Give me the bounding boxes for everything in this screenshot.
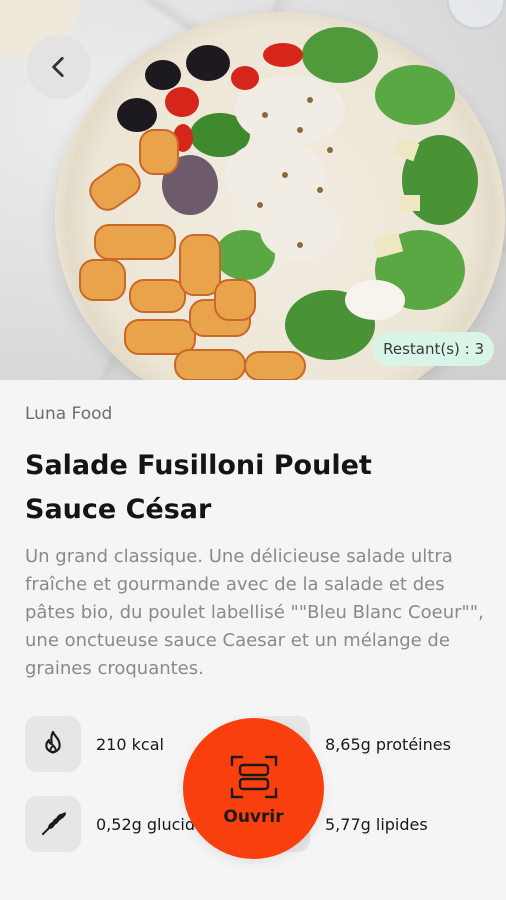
product-title: Salade Fusilloni Poulet Sauce César — [25, 450, 372, 525]
product-description: Un grand classique. Une délicieuse salad… — [25, 546, 484, 679]
flame-icon — [25, 716, 81, 772]
brand-name: Luna Food — [25, 404, 113, 424]
chevron-left-icon — [52, 56, 64, 78]
wheat-icon — [25, 796, 81, 852]
proteins-label: 8,65g protéines — [325, 734, 451, 754]
product-image: Restant(s) : 3 — [0, 0, 506, 380]
open-button-label: Ouvrir — [223, 806, 284, 827]
remaining-badge: Restant(s) : 3 — [373, 332, 494, 366]
nutrition-kcal: 210 kcal — [25, 716, 164, 772]
lipids-label: 5,77g lipides — [325, 814, 428, 834]
kcal-label: 210 kcal — [96, 734, 164, 754]
back-button[interactable] — [27, 35, 91, 99]
scan-icon — [230, 755, 277, 798]
open-button[interactable]: Ouvrir — [183, 718, 324, 859]
